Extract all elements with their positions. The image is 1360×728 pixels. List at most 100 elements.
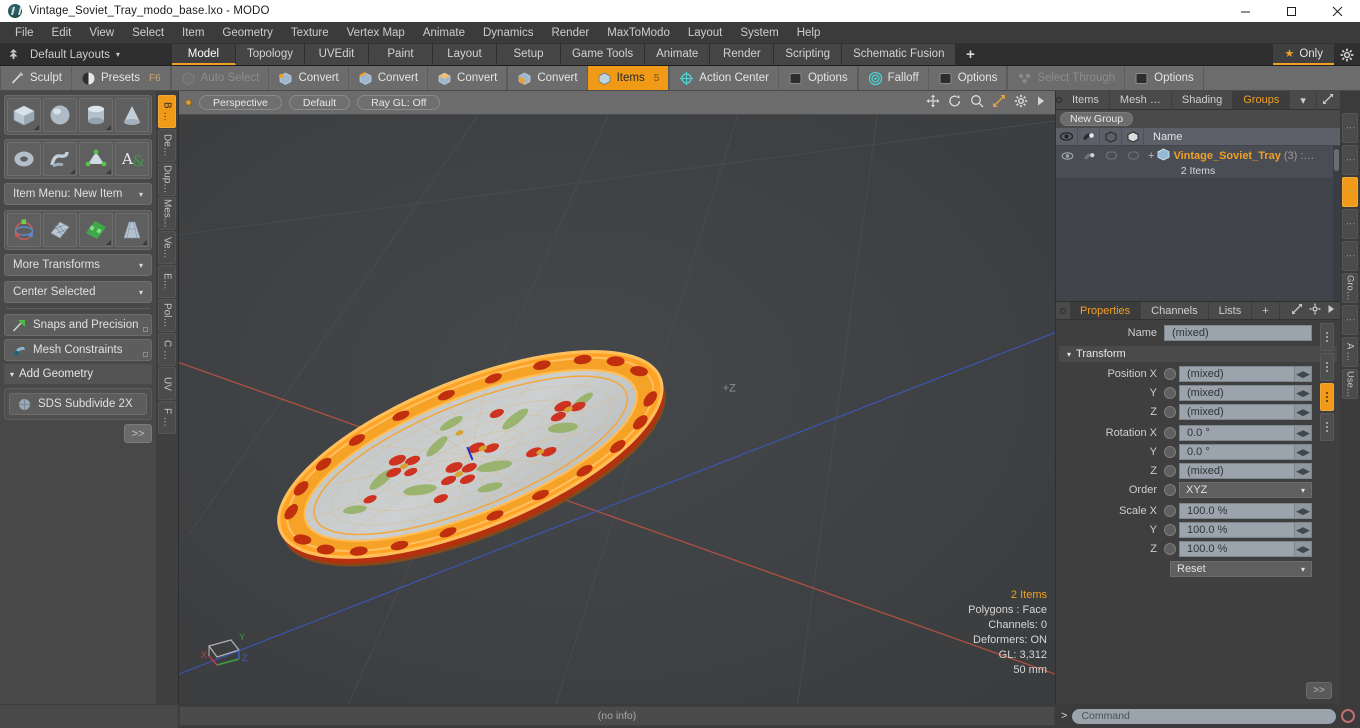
add-properties-tab-button[interactable]: + [1252,302,1280,319]
scale-y-arrows[interactable]: ◀▶ [1295,522,1312,538]
falloff-options-button[interactable]: Options [929,66,1007,90]
convert-vertex-button[interactable]: Convert [269,66,349,90]
tab-topology[interactable]: Topology [235,44,305,65]
rotation-y-arrows[interactable]: ◀▶ [1295,444,1312,460]
expand-toggle[interactable]: + [1148,150,1154,162]
rotation-x-arrows[interactable]: ◀▶ [1295,425,1312,441]
menu-item-view[interactable]: View [80,23,123,43]
tab-model[interactable]: Model [171,44,236,65]
tab-render[interactable]: Render [710,44,775,65]
select-through-options-button[interactable]: Options [1125,66,1203,90]
command-input[interactable]: Command [1072,708,1336,724]
vtab-basic[interactable]: B … [158,95,176,128]
helix-primitive-icon[interactable] [43,142,77,176]
convert-polygon-button[interactable]: Convert [428,66,506,90]
rtab-user[interactable]: Use… [1342,369,1358,399]
bend-tool-icon[interactable] [43,213,77,247]
reset-dropdown[interactable]: Reset ▾ [1170,561,1312,577]
torus-primitive-icon[interactable] [7,142,41,176]
sds-subdivide-button[interactable]: SDS Subdivide 2X [9,393,147,415]
tab-uvedit[interactable]: UVEdit [304,44,369,65]
transform-section-header[interactable]: ▾ Transform [1059,346,1337,362]
vtab-fur[interactable]: F … [158,401,176,434]
gear-icon[interactable] [1334,44,1360,65]
tab-shading[interactable]: Shading [1171,91,1234,109]
rtab-a[interactable]: A … [1342,337,1358,367]
convert-material-button[interactable]: Convert [508,66,588,90]
menu-item-help[interactable]: Help [788,23,830,43]
row-name-cell[interactable]: + Vintage_Soviet_Tray (3) :… [1144,146,1340,165]
action-center-options-button[interactable]: Options [779,66,857,90]
minimize-button[interactable] [1222,0,1268,22]
left-panel-more-button[interactable]: >> [124,424,152,443]
position-x-radio[interactable] [1164,368,1176,380]
rtab-4[interactable]: ⋮ [1342,209,1358,239]
tab-items[interactable]: Items [1062,91,1110,109]
vtab-command[interactable]: C … [158,333,176,366]
tab-properties[interactable]: Properties [1070,302,1142,319]
menu-item-system[interactable]: System [731,23,787,43]
text-tool-icon[interactable]: A & [115,142,149,176]
tab-game-tools[interactable]: Game Tools [560,44,646,65]
tab-layout[interactable]: Layout [432,44,497,65]
name-field[interactable]: (mixed) [1164,325,1312,341]
tab-overflow-caret[interactable]: ▾ [1290,91,1317,109]
row-eye-toggle[interactable] [1056,146,1078,165]
table-row[interactable]: + Vintage_Soviet_Tray (3) :… [1056,146,1340,165]
shaded-icon[interactable] [1122,128,1144,145]
row-wireframe-toggle[interactable] [1100,146,1122,165]
scale-z-radio[interactable] [1164,543,1176,555]
menu-item-texture[interactable]: Texture [282,23,338,43]
scale-x-radio[interactable] [1164,505,1176,517]
eye-icon[interactable] [1056,128,1078,145]
new-group-button[interactable]: New Group [1060,112,1134,126]
menu-item-animate[interactable]: Animate [414,23,474,43]
side-cell-2[interactable] [1320,353,1334,381]
play-arrow-icon[interactable] [1036,95,1045,110]
rtab-groups[interactable]: Gro… [1342,273,1358,303]
groups-tree-body[interactable]: + Vintage_Soviet_Tray (3) :… 2 Items [1056,146,1340,301]
menu-item-vertex-map[interactable]: Vertex Map [338,23,414,43]
fit-icon[interactable] [992,94,1006,111]
wireframe-icon[interactable] [1100,128,1122,145]
row-render-toggle[interactable] [1078,146,1100,165]
properties-more-button[interactable]: >> [1306,682,1332,699]
side-cell-1[interactable] [1320,323,1334,351]
only-toggle-button[interactable]: ★ Only [1273,44,1334,65]
vtab-deform[interactable]: De… [158,129,176,162]
rotation-z-field[interactable]: (mixed) [1179,463,1295,479]
tree-scrollbar[interactable] [1333,146,1340,301]
items-mode-button[interactable]: Items 5 [587,66,669,90]
polygon-pen-icon[interactable] [79,142,113,176]
menu-item-select[interactable]: Select [123,23,173,43]
move-icon[interactable] [926,94,940,111]
mesh-constraints-button[interactable]: Mesh Constraints [4,339,152,361]
tab-schematic-fusion[interactable]: Schematic Fusion [842,44,957,65]
rtab-active[interactable]: ⋮ [1342,177,1358,207]
gear-icon[interactable] [1014,94,1028,111]
expand-icon[interactable] [1322,93,1334,108]
position-x-field[interactable]: (mixed) [1179,366,1295,382]
rotation-y-radio[interactable] [1164,446,1176,458]
row-shaded-toggle[interactable] [1122,146,1144,165]
viewport-active-dot[interactable] [185,99,192,106]
cube-primitive-icon[interactable] [7,98,41,132]
panel-knob-icon[interactable] [1056,302,1070,319]
rotate-icon[interactable] [948,94,962,111]
vtab-polygon[interactable]: Pol… [158,299,176,332]
falloff-button[interactable]: Falloff [859,66,929,90]
menu-item-maxtomodo[interactable]: MaxToModo [598,23,679,43]
axis-gizmo[interactable]: X Y Z [193,624,253,674]
rotation-z-radio[interactable] [1164,465,1176,477]
scale-y-radio[interactable] [1164,524,1176,536]
tab-animate[interactable]: Animate [645,44,711,65]
position-y-field[interactable]: (mixed) [1179,385,1295,401]
layout-tree-icon[interactable] [0,44,26,65]
rtab-2[interactable]: ⋮ [1342,145,1358,175]
rtab-1[interactable]: ⋮ [1342,113,1358,143]
render-icon[interactable] [1078,128,1100,145]
vtab-mesh[interactable]: Mes… [158,197,176,230]
scale-z-field[interactable]: 100.0 % [1179,541,1295,557]
sculpt-button[interactable]: Sculpt [1,66,72,90]
presets-button[interactable]: Presets F6 [72,66,170,90]
